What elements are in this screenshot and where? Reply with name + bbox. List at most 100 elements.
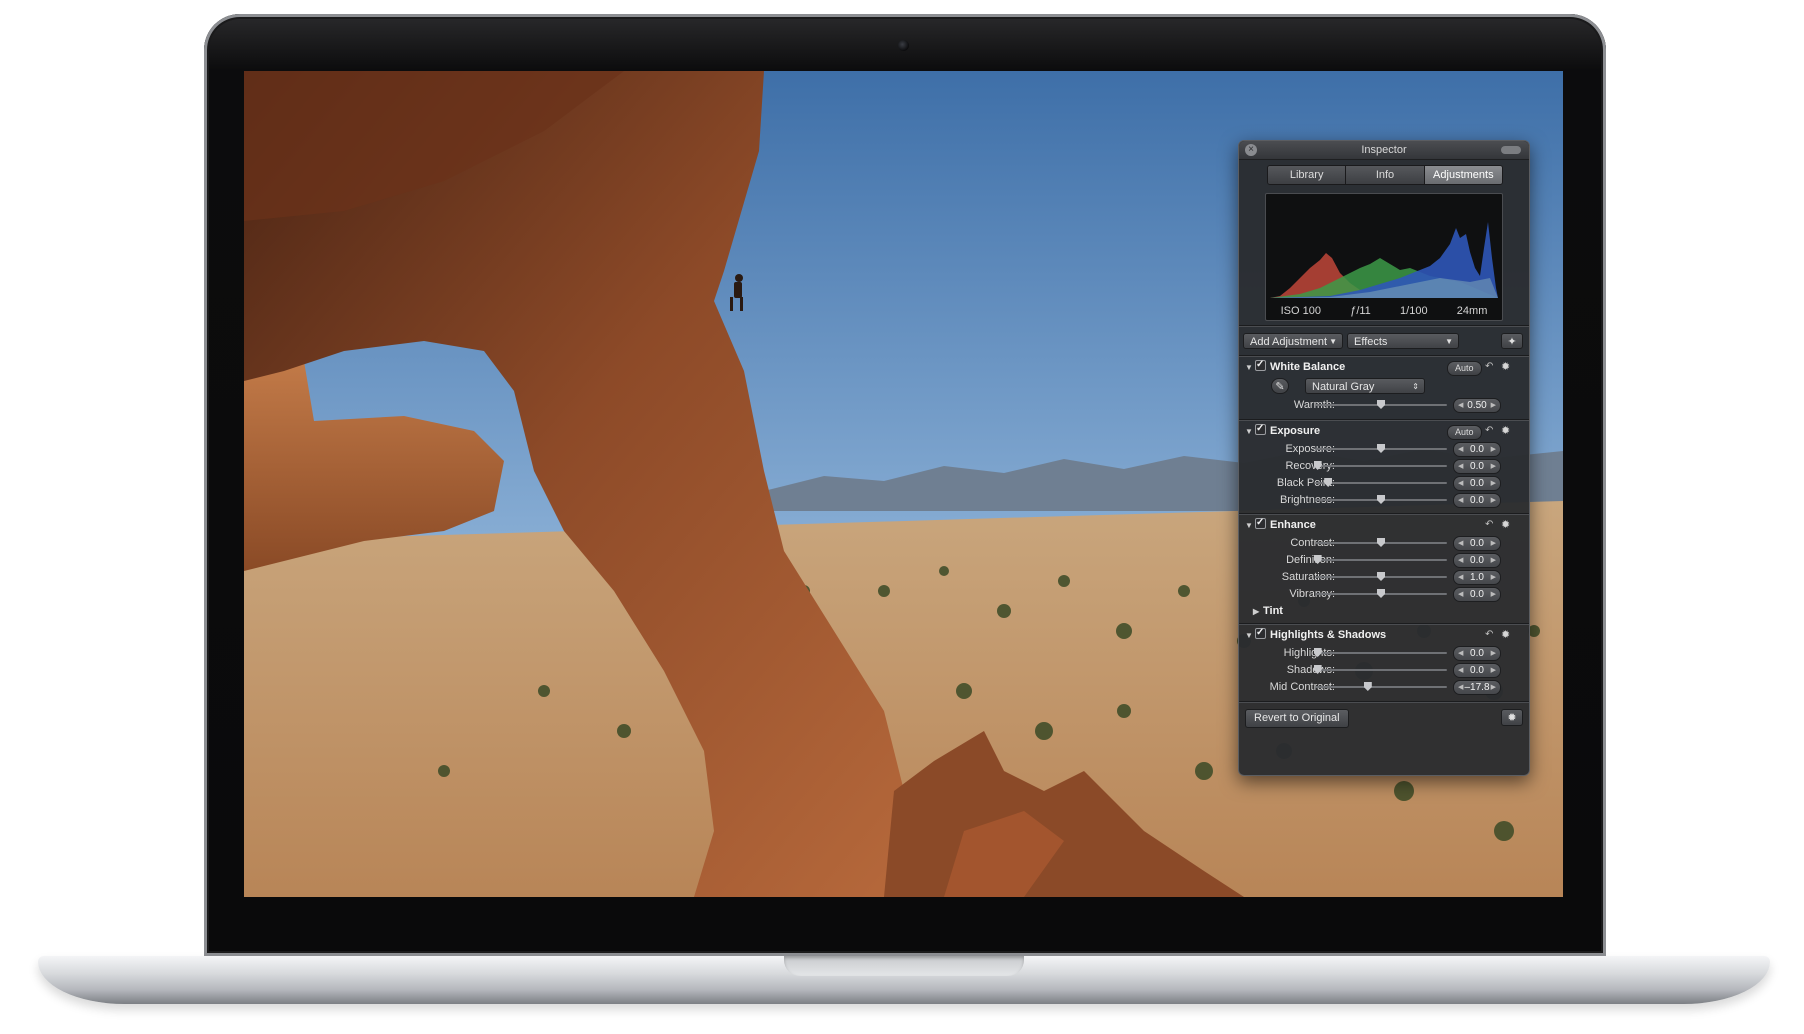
checkmark-icon[interactable] bbox=[1255, 515, 1266, 531]
black-point-row: Black Point: ◀ 0.0 ▶ bbox=[1239, 475, 1529, 491]
brightness-slider[interactable] bbox=[1315, 495, 1447, 504]
definition-value-field[interactable]: ◀ 0.0 ▶ bbox=[1453, 553, 1501, 568]
highlights-value: 0.0 bbox=[1470, 648, 1484, 659]
undo-arrow-icon[interactable]: ↶ bbox=[1485, 629, 1493, 640]
mid-contrast-value: –17.8 bbox=[1464, 682, 1490, 693]
section-highlights-shadows[interactable]: ▼ Highlights & Shadows bbox=[1245, 625, 1386, 644]
effects-dropdown[interactable]: Effects ▼ bbox=[1347, 333, 1459, 349]
tab-info[interactable]: Info bbox=[1346, 166, 1425, 184]
contrast-value: 0.0 bbox=[1470, 538, 1484, 549]
definition-row: Definition: ◀ 0.0 ▶ bbox=[1239, 552, 1529, 568]
highlights-row: Highlights: ◀ 0.0 ▶ bbox=[1239, 645, 1529, 661]
brightness-value-field[interactable]: ◀ 0.0 ▶ bbox=[1453, 493, 1501, 508]
tint-label: Tint bbox=[1263, 605, 1283, 617]
tint-disclosure[interactable]: ▶ Tint bbox=[1253, 603, 1283, 619]
recovery-row: Recovery: ◀ 0.0 ▶ bbox=[1239, 458, 1529, 474]
slider-thumb[interactable] bbox=[1377, 400, 1385, 409]
checkmark-icon[interactable] bbox=[1255, 421, 1266, 437]
tab-library[interactable]: Library bbox=[1268, 166, 1347, 184]
mid-contrast-value-field[interactable]: ◀ –17.8 ▶ bbox=[1453, 680, 1501, 695]
recovery-value-field[interactable]: ◀ 0.0 ▶ bbox=[1453, 459, 1501, 474]
recovery-slider[interactable] bbox=[1313, 461, 1447, 470]
inspector-title: Inspector bbox=[1361, 144, 1407, 156]
vibrancy-value-field[interactable]: ◀ 0.0 ▶ bbox=[1453, 587, 1501, 602]
magic-wand-icon[interactable]: ✦ bbox=[1501, 333, 1523, 349]
add-adjustment-dropdown[interactable]: Add Adjustment ▼ bbox=[1243, 333, 1343, 349]
saturation-slider[interactable] bbox=[1315, 572, 1447, 581]
enhance-title: Enhance bbox=[1270, 519, 1316, 531]
shadows-value-field[interactable]: ◀ 0.0 ▶ bbox=[1453, 663, 1501, 678]
exposure-value-field[interactable]: ◀ 0.0 ▶ bbox=[1453, 442, 1501, 457]
black-point-value-field[interactable]: ◀ 0.0 ▶ bbox=[1453, 476, 1501, 491]
exposure-value: 0.0 bbox=[1470, 444, 1484, 455]
slider-thumb[interactable] bbox=[1377, 538, 1385, 547]
undo-arrow-icon[interactable]: ↶ bbox=[1485, 519, 1493, 530]
disclosure-triangle-icon[interactable]: ▼ bbox=[1245, 628, 1255, 644]
white-balance-auto-button[interactable]: Auto bbox=[1447, 361, 1482, 376]
gear-icon[interactable]: ✹ bbox=[1501, 518, 1510, 531]
section-white-balance[interactable]: ▼ White Balance bbox=[1245, 357, 1345, 376]
warmth-value-field[interactable]: ◀ 0.50 ▶ bbox=[1453, 398, 1501, 413]
recovery-value: 0.0 bbox=[1470, 461, 1484, 472]
section-enhance[interactable]: ▼ Enhance bbox=[1245, 515, 1316, 534]
contrast-value-field[interactable]: ◀ 0.0 ▶ bbox=[1453, 536, 1501, 551]
histogram-graph bbox=[1270, 222, 1498, 298]
vibrancy-row: Vibrancy: ◀ 0.0 ▶ bbox=[1239, 586, 1529, 602]
saturation-value-field[interactable]: ◀ 1.0 ▶ bbox=[1453, 570, 1501, 585]
warmth-slider[interactable] bbox=[1315, 400, 1447, 409]
highlights-value-field[interactable]: ◀ 0.0 ▶ bbox=[1453, 646, 1501, 661]
checkmark-icon[interactable] bbox=[1255, 625, 1266, 641]
disclosure-triangle-icon[interactable]: ▶ bbox=[1253, 604, 1263, 620]
contrast-slider[interactable] bbox=[1315, 538, 1447, 547]
slider-thumb[interactable] bbox=[1377, 572, 1385, 581]
warmth-row: Warmth: ◀0.50▶ bbox=[1239, 397, 1529, 413]
shadows-slider[interactable] bbox=[1313, 665, 1447, 674]
slider-thumb[interactable] bbox=[1377, 495, 1385, 504]
disclosure-triangle-icon[interactable]: ▼ bbox=[1245, 518, 1255, 534]
exif-aperture: ƒ/11 bbox=[1350, 305, 1371, 317]
inspector-tabs: Library Info Adjustments bbox=[1267, 165, 1503, 185]
gear-icon[interactable]: ✹ bbox=[1501, 709, 1523, 726]
gear-icon[interactable]: ✹ bbox=[1501, 424, 1510, 437]
disclosure-triangle-icon[interactable]: ▼ bbox=[1245, 424, 1255, 440]
slider-thumb[interactable] bbox=[1363, 682, 1372, 691]
exif-focal-length: 24mm bbox=[1456, 305, 1488, 317]
mid-contrast-slider[interactable] bbox=[1315, 682, 1447, 691]
close-icon[interactable]: × bbox=[1245, 144, 1257, 156]
white-balance-preset-select[interactable]: Natural Gray ⇕ bbox=[1305, 378, 1425, 394]
section-exposure[interactable]: ▼ Exposure bbox=[1245, 421, 1320, 440]
chevron-down-icon: ▼ bbox=[1445, 337, 1453, 346]
divider bbox=[1239, 355, 1529, 356]
highlights-slider[interactable] bbox=[1313, 648, 1447, 657]
divider bbox=[1239, 419, 1529, 420]
effects-label: Effects bbox=[1354, 336, 1388, 348]
add-adjustment-label: Add Adjustment bbox=[1250, 336, 1328, 348]
brightness-row: Brightness: ◀ 0.0 ▶ bbox=[1239, 492, 1529, 508]
disclosure-triangle-icon[interactable]: ▼ bbox=[1245, 360, 1255, 376]
slider-thumb[interactable] bbox=[1377, 444, 1385, 453]
exif-info: ISO 100 ƒ/11 1/100 24mm bbox=[1266, 305, 1502, 317]
black-point-slider[interactable] bbox=[1315, 478, 1447, 487]
undo-arrow-icon[interactable]: ↶ bbox=[1485, 425, 1493, 436]
undo-arrow-icon[interactable]: ↶ bbox=[1485, 361, 1493, 372]
exposure-auto-button[interactable]: Auto bbox=[1447, 425, 1482, 440]
gear-icon[interactable]: ✹ bbox=[1501, 628, 1510, 641]
updown-arrows-icon: ⇕ bbox=[1412, 382, 1419, 391]
checkmark-icon[interactable] bbox=[1255, 357, 1266, 373]
vibrancy-slider[interactable] bbox=[1315, 589, 1447, 598]
slider-thumb[interactable] bbox=[1377, 589, 1385, 598]
revert-to-original-button[interactable]: Revert to Original bbox=[1245, 709, 1349, 728]
webcam-icon bbox=[898, 40, 909, 51]
definition-slider[interactable] bbox=[1313, 555, 1447, 564]
exposure-slider[interactable] bbox=[1315, 444, 1447, 453]
exposure-row: Exposure: ◀ 0.0 ▶ bbox=[1239, 441, 1529, 457]
inspector-panel: × Inspector Library Info Adjustments ISO… bbox=[1238, 140, 1530, 776]
tab-adjustments[interactable]: Adjustments bbox=[1424, 166, 1502, 184]
divider bbox=[1239, 623, 1529, 624]
saturation-row: Saturation: ◀ 1.0 ▶ bbox=[1239, 569, 1529, 585]
gear-icon[interactable]: ✹ bbox=[1501, 360, 1510, 373]
saturation-value: 1.0 bbox=[1470, 572, 1484, 583]
white-balance-preset-value: Natural Gray bbox=[1312, 381, 1375, 393]
hud-toggle-button[interactable] bbox=[1501, 146, 1521, 154]
eyedropper-icon[interactable]: ✎ bbox=[1271, 378, 1289, 394]
